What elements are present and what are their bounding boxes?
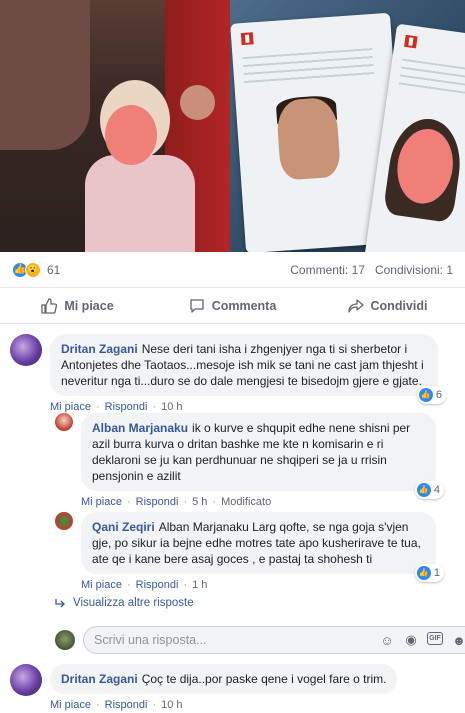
swiss-flag-icon bbox=[404, 34, 418, 49]
reply-placeholder: Scrivi una risposta... bbox=[94, 633, 207, 647]
comment-reaction-count: 4 bbox=[433, 484, 440, 496]
reply-input[interactable]: Scrivi una risposta... ☺ ◉ GIF ☻ bbox=[83, 626, 465, 654]
comment-timestamp[interactable]: 5 h bbox=[192, 496, 207, 508]
face-blur bbox=[105, 105, 157, 165]
share-button-label: Condividi bbox=[370, 298, 428, 313]
comment-timestamp[interactable]: 10 h bbox=[161, 699, 182, 711]
comment-like-link[interactable]: Mi piace bbox=[81, 496, 122, 508]
comment-reply-link[interactable]: Rispondi bbox=[136, 579, 179, 591]
swiss-flag-icon bbox=[240, 32, 254, 46]
share-arrow-icon bbox=[347, 298, 364, 313]
comment-reply-link[interactable]: Rispondi bbox=[105, 699, 148, 711]
comment-like-link[interactable]: Mi piace bbox=[50, 401, 91, 413]
comment-author[interactable]: Dritan Zagani bbox=[61, 672, 138, 686]
comment-reaction-count: 1 bbox=[433, 567, 440, 579]
gif-icon[interactable]: GIF bbox=[427, 632, 443, 645]
post-stats: 👍 😮 61 Commenti: 17 Condivisioni: 1 bbox=[0, 252, 465, 288]
like-button-label: Mi piace bbox=[64, 298, 114, 313]
comments-count[interactable]: Commenti: 17 bbox=[290, 263, 365, 277]
like-reaction-icon: 👍 bbox=[416, 483, 431, 497]
comment: Dritan Zagani Nese deri tani isha i zhgen… bbox=[10, 334, 446, 413]
comment-reply-link[interactable]: Rispondi bbox=[136, 496, 179, 508]
edited-label[interactable]: Modificato bbox=[221, 496, 271, 508]
wow-reaction-icon: 😮 bbox=[25, 261, 41, 278]
comment-reply-link[interactable]: Rispondi bbox=[105, 401, 148, 413]
comment-text: Çoç te dija..por paske qene i vogel fare… bbox=[141, 672, 387, 686]
comment-reaction-badge[interactable]: 👍 1 bbox=[414, 564, 444, 582]
shares-count[interactable]: Condivisioni: 1 bbox=[375, 263, 453, 277]
like-reaction-icon: 👍 bbox=[418, 388, 433, 402]
like-reaction-icon: 👍 bbox=[416, 566, 431, 580]
photo-adult-figure bbox=[0, 0, 90, 150]
comment-button[interactable]: Commenta bbox=[155, 288, 310, 323]
sticker-icon[interactable]: ☻ bbox=[451, 632, 465, 648]
reaction-summary[interactable]: 👍 😮 61 bbox=[12, 261, 61, 278]
like-button[interactable]: Mi piace bbox=[0, 288, 155, 323]
comment-timestamp[interactable]: 1 h bbox=[192, 579, 207, 591]
thumbs-up-icon bbox=[41, 297, 58, 314]
comment-like-link[interactable]: Mi piace bbox=[50, 699, 91, 711]
comment-author[interactable]: Qani Zeqiri bbox=[92, 520, 155, 534]
comment-author[interactable]: Dritan Zagani bbox=[61, 342, 138, 356]
avatar[interactable] bbox=[10, 664, 42, 696]
comment-bubble: Dritan Zagani Çoç te dija..por paske qene… bbox=[50, 664, 398, 694]
comment-bubble: Alban Marjanaku ik o kurve e shqupit edhe… bbox=[81, 413, 444, 499]
comment-reaction-count: 6 bbox=[435, 389, 442, 401]
photo-id-cards[interactable] bbox=[230, 0, 465, 252]
comment-like-link[interactable]: Mi piace bbox=[81, 579, 122, 591]
reply-arrow-icon bbox=[55, 599, 65, 608]
photo-hand bbox=[180, 85, 215, 120]
reply-composer: Scrivi una risposta... ☺ ◉ GIF ☻ bbox=[55, 626, 465, 654]
emoji-icon[interactable]: ☺ bbox=[379, 632, 395, 648]
view-more-replies-label: Visualizza altre risposte bbox=[73, 597, 194, 609]
comment: Dritan Zagani Çoç te dija..por paske qene… bbox=[10, 664, 398, 711]
comment-button-label: Commenta bbox=[211, 298, 277, 313]
avatar[interactable] bbox=[10, 334, 42, 366]
reply: Alban Marjanaku ik o kurve e shqupit edhe… bbox=[55, 413, 444, 508]
comment-timestamp[interactable]: 10 h bbox=[161, 401, 182, 413]
photo-child-body bbox=[85, 155, 195, 252]
comment-bubble: Dritan Zagani Nese deri tani isha i zhgen… bbox=[50, 334, 446, 404]
avatar[interactable] bbox=[55, 413, 73, 431]
comment-author[interactable]: Alban Marjanaku bbox=[92, 421, 188, 435]
photo-family[interactable] bbox=[0, 0, 230, 252]
avatar[interactable] bbox=[55, 512, 73, 530]
reply: Qani Zeqiri Alban Marjanaku Larg qofte, s… bbox=[55, 512, 444, 591]
avatar bbox=[55, 630, 75, 650]
reaction-count: 61 bbox=[47, 262, 61, 277]
share-button[interactable]: Condividi bbox=[310, 288, 465, 323]
camera-icon[interactable]: ◉ bbox=[403, 632, 419, 648]
post-photos[interactable] bbox=[0, 0, 465, 252]
comment-reaction-badge[interactable]: 👍 6 bbox=[416, 386, 446, 404]
comment-bubble: Qani Zeqiri Alban Marjanaku Larg qofte, s… bbox=[81, 512, 444, 582]
view-more-replies-link[interactable]: Visualizza altre risposte bbox=[55, 597, 194, 609]
comment-reaction-badge[interactable]: 👍 4 bbox=[414, 481, 444, 499]
id-photo-face bbox=[275, 96, 342, 181]
comment-icon bbox=[190, 298, 204, 313]
post-action-bar: Mi piace Commenta Condividi bbox=[0, 288, 465, 324]
